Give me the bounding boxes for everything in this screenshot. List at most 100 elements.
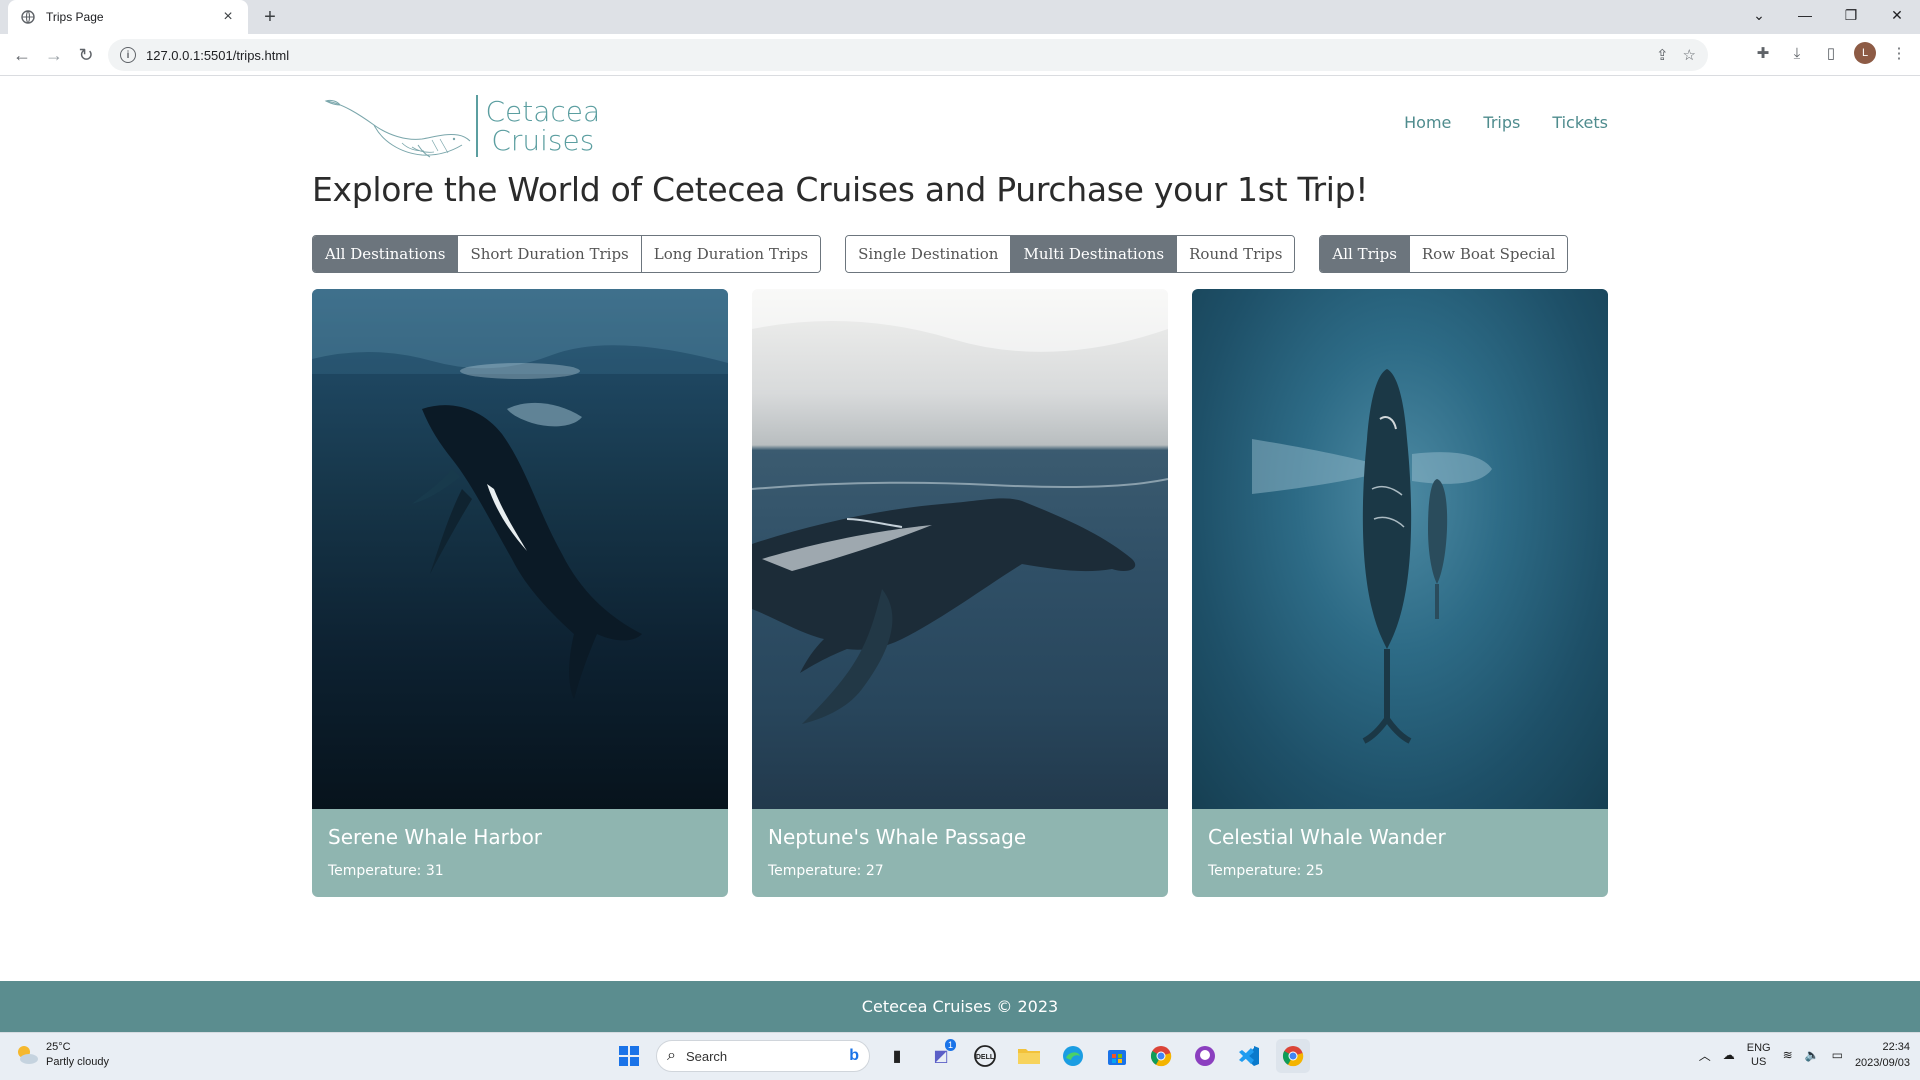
logo-line-2: Cruises (491, 124, 595, 157)
menu-kebab-icon[interactable]: ⋮ (1888, 42, 1910, 64)
download-icon[interactable]: ⤓ (1786, 42, 1808, 64)
chrome-active-icon[interactable] (1276, 1039, 1310, 1073)
filter-long-duration-button[interactable]: Long Duration Trips (640, 236, 821, 272)
search-icon: ⌕ (667, 1047, 676, 1064)
logo-divider (476, 95, 478, 157)
clock-date: 2023/09/03 (1854, 1057, 1910, 1069)
trip-card-image (1192, 289, 1608, 809)
trip-card-title: Celestial Whale Wander (1208, 825, 1446, 849)
main-nav: Home Trips Tickets (1404, 113, 1608, 132)
trip-card-title: Serene Whale Harbor (328, 825, 543, 849)
globe-icon (20, 9, 36, 25)
task-view-icon[interactable]: ▮ (880, 1039, 914, 1073)
trip-card-body: Celestial Whale Wander Temperature: 25 (1192, 809, 1608, 897)
battery-icon[interactable]: ▭ (1832, 1048, 1843, 1062)
filter-round-trips-button[interactable]: Round Trips (1176, 236, 1295, 272)
close-window-icon[interactable]: ✕ (1874, 0, 1920, 30)
filter-row-boat-special-button[interactable]: Row Boat Special (1408, 236, 1568, 272)
reload-icon[interactable]: ↻ (72, 41, 100, 69)
address-bar[interactable]: i 127.0.0.1:5501/trips.html ⇪ ☆ (108, 39, 1708, 71)
clock[interactable]: 22:34 2023/09/03 (1855, 1039, 1910, 1071)
trip-card-temperature: Temperature: 31 (328, 863, 444, 879)
trip-card-temperature: Temperature: 27 (768, 863, 884, 879)
new-tab-icon[interactable]: + (258, 5, 282, 29)
chevron-up-icon[interactable]: ︿ (1699, 1047, 1711, 1064)
bookmark-star-icon[interactable]: ☆ (1683, 46, 1696, 64)
window-controls: ⌄ — ❐ ✕ (1736, 0, 1920, 30)
forward-icon[interactable]: → (40, 41, 68, 69)
weather-description: Partly cloudy (46, 1056, 109, 1068)
trip-card[interactable]: Neptune's Whale Passage Temperature: 27 (752, 289, 1168, 897)
profile-avatar[interactable]: L (1854, 42, 1876, 64)
vscode-icon[interactable] (1232, 1039, 1266, 1073)
onedrive-cloud-icon[interactable]: ☁ (1723, 1048, 1735, 1062)
weather-temperature: 25°C (46, 1041, 71, 1053)
close-tab-icon[interactable]: × (218, 7, 238, 27)
trip-card-image (752, 289, 1168, 809)
volume-icon[interactable]: 🔈 (1805, 1048, 1820, 1062)
filter-short-duration-button[interactable]: Short Duration Trips (457, 236, 641, 272)
trip-card-image (312, 289, 728, 809)
system-tray: ︿ ☁ ENG US ≋ 🔈 ▭ 22:34 2023/09/03 (1699, 1039, 1910, 1071)
taskbar-search[interactable]: ⌕ Search b (656, 1040, 870, 1072)
chrome-icon[interactable] (1144, 1039, 1178, 1073)
browser-tab[interactable]: Trips Page × (8, 0, 248, 34)
url-text[interactable]: 127.0.0.1:5501/trips.html (146, 48, 289, 63)
side-panel-icon[interactable]: ▯ (1820, 42, 1842, 64)
svg-text:DELL: DELL (976, 1054, 995, 1061)
wifi-icon[interactable]: ≋ (1783, 1048, 1793, 1062)
trip-cards: Serene Whale Harbor Temperature: 31 Nept… (312, 289, 1608, 897)
page-title: Explore the World of Cetecea Cruises and… (312, 170, 1369, 209)
language-code: ENG (1746, 1042, 1771, 1054)
tab-title: Trips Page (46, 10, 104, 24)
teams-chat-icon[interactable]: ◩ 1 (924, 1039, 958, 1073)
nav-link-trips[interactable]: Trips (1483, 113, 1520, 132)
github-desktop-icon[interactable] (1188, 1039, 1222, 1073)
partly-cloudy-icon (18, 1046, 38, 1064)
logo-wordmark: Cetacea Cruises (486, 97, 601, 155)
edge-browser-icon[interactable] (1056, 1039, 1090, 1073)
trip-card-title: Neptune's Whale Passage (768, 825, 1027, 849)
weather-widget[interactable]: 25°C Partly cloudy (14, 1040, 109, 1070)
filter-bar: All Destinations Short Duration Trips Lo… (312, 235, 1569, 273)
trip-card[interactable]: Serene Whale Harbor Temperature: 31 (312, 289, 728, 897)
os-taskbar: 25°C Partly cloudy ⌕ Search b ▮ ◩1 DELL (0, 1032, 1920, 1080)
page-content: Cetacea Cruises Home Trips Tickets Explo… (0, 77, 1920, 1032)
taskbar-search-label: Search (685, 1048, 728, 1064)
share-icon[interactable]: ⇪ (1656, 46, 1669, 64)
back-icon[interactable]: ← (8, 41, 36, 69)
language-region: US (1751, 1056, 1767, 1068)
trip-card-body: Serene Whale Harbor Temperature: 31 (312, 809, 728, 897)
minimize-icon[interactable]: — (1782, 0, 1828, 30)
microsoft-store-icon[interactable] (1100, 1039, 1134, 1073)
site-footer: Cetecea Cruises © 2023 (0, 981, 1920, 1032)
nav-link-tickets[interactable]: Tickets (1552, 113, 1608, 132)
language-indicator[interactable]: ENG US (1747, 1041, 1771, 1069)
logo-line-1: Cetacea (485, 95, 601, 128)
file-explorer-icon[interactable] (1012, 1039, 1046, 1073)
notification-badge: 1 (944, 1039, 956, 1051)
site-info-icon[interactable]: i (120, 47, 136, 63)
filter-all-destinations-button[interactable]: All Destinations (313, 236, 458, 272)
whale-logo-icon (324, 99, 471, 158)
filter-multi-destinations-button[interactable]: Multi Destinations (1010, 236, 1177, 272)
nav-link-home[interactable]: Home (1404, 113, 1451, 132)
footer-copyright: Cetecea Cruises © 2023 (861, 997, 1059, 1016)
clock-time: 22:34 (1882, 1041, 1910, 1053)
browser-toolbar: ← → ↻ i 127.0.0.1:5501/trips.html ⇪ ☆ ✚ … (0, 34, 1920, 76)
trip-type-filter-group: All Trips Row Boat Special (1319, 235, 1569, 273)
restore-icon[interactable]: ❐ (1828, 0, 1874, 30)
filter-single-destination-button[interactable]: Single Destination (846, 236, 1011, 272)
dell-icon[interactable]: DELL (968, 1039, 1002, 1073)
extensions-icon[interactable]: ✚ (1752, 42, 1774, 64)
filter-all-trips-button[interactable]: All Trips (1320, 236, 1409, 272)
destination-filter-group: Single Destination Multi Destinations Ro… (845, 235, 1296, 273)
start-windows-icon[interactable] (612, 1039, 646, 1073)
trip-card-temperature: Temperature: 25 (1208, 863, 1324, 879)
trip-card-body: Neptune's Whale Passage Temperature: 27 (752, 809, 1168, 897)
browser-tabstrip: Trips Page × + ⌄ — ❐ ✕ (0, 0, 1920, 34)
trip-card[interactable]: Celestial Whale Wander Temperature: 25 (1192, 289, 1608, 897)
bing-icon: b (849, 1047, 859, 1064)
site-logo[interactable]: Cetacea Cruises (322, 93, 600, 159)
tab-search-icon[interactable]: ⌄ (1736, 0, 1782, 30)
